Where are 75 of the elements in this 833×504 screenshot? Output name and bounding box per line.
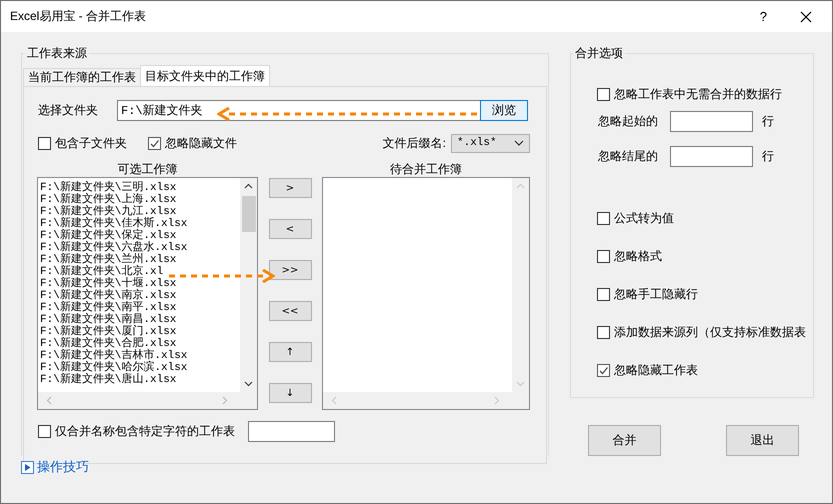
checkbox[interactable] — [38, 136, 51, 150]
chevron-down-icon — [514, 140, 524, 146]
list-item[interactable]: F:\新建文件夹\上海.xlsx — [40, 194, 240, 206]
checkbox-label: 添加数据来源列（仅支持标准数据表 — [614, 324, 806, 341]
checkbox[interactable] — [38, 425, 51, 438]
checkbox-label: 公式转为值 — [614, 210, 674, 227]
checkbox-label: 忽略隐藏工作表 — [614, 362, 698, 379]
scroll-left-icon — [331, 396, 337, 405]
checkbox-label: 忽略手工隐藏行 — [614, 286, 698, 303]
extension-dropdown[interactable]: *.xls* — [451, 134, 530, 152]
field-label: 忽略结尾的 — [598, 148, 659, 164]
group-title: 合并选项 — [574, 45, 624, 62]
list-item[interactable]: F:\新建文件夹\兰州.xlsx — [40, 254, 240, 266]
field-label: 忽略起始的 — [598, 112, 659, 130]
checkbox[interactable] — [597, 364, 610, 377]
move-button[interactable]: >> — [268, 260, 312, 280]
checkbox[interactable] — [597, 88, 610, 101]
checkbox[interactable] — [597, 288, 610, 301]
scroll-down-icon[interactable] — [244, 381, 253, 387]
scroll-down-icon — [516, 381, 525, 387]
scroll-thumb[interactable] — [242, 196, 256, 232]
help-button[interactable]: ? — [760, 9, 767, 24]
tab[interactable]: 目标文件夹中的工作簿 — [140, 65, 270, 86]
play-icon[interactable] — [21, 460, 34, 474]
list-heading: 待合并工作簿 — [390, 161, 462, 177]
list-item[interactable]: F:\新建文件夹\合肥.xlsx — [40, 338, 240, 350]
checkbox[interactable] — [597, 212, 610, 225]
list-item[interactable]: F:\新建文件夹\六盘水.xlsx — [40, 242, 240, 254]
unit-label: 行 — [762, 148, 774, 164]
list-item[interactable]: F:\新建文件夹\南平.xlsx — [40, 302, 240, 314]
list-item[interactable]: F:\新建文件夹\保定.xlsx — [40, 230, 240, 242]
scroll-up-icon — [516, 183, 525, 189]
tab[interactable]: 当前工作簿的工作表 — [23, 68, 141, 86]
checkbox-label: 忽略格式 — [614, 248, 662, 265]
group-title: 工作表来源 — [26, 45, 88, 62]
list-item[interactable]: F:\新建文件夹\厦门.xlsx — [40, 326, 240, 338]
unit-label: 行 — [762, 112, 774, 130]
scroll-right-icon — [494, 396, 500, 405]
move-button[interactable]: > — [268, 178, 312, 198]
list-item[interactable]: F:\新建文件夹\南昌.xlsx — [40, 314, 240, 326]
list-item[interactable]: F:\新建文件夹\吉林市.xlsx — [40, 350, 240, 362]
list-item[interactable]: F:\新建文件夹\九江.xlsx — [40, 206, 240, 218]
checkbox-label: 包含子文件夹 — [55, 134, 127, 152]
list-item[interactable]: F:\新建文件夹\三明.xlsx — [40, 182, 240, 194]
checkbox[interactable] — [148, 136, 161, 150]
list-item[interactable]: F:\新建文件夹\佳木斯.xlsx — [40, 218, 240, 230]
checkbox-label: 忽略工作表中无需合并的数据行 — [614, 86, 782, 103]
row-count-field[interactable] — [670, 146, 753, 166]
browse-button[interactable]: 浏览 — [480, 100, 528, 121]
close-icon[interactable] — [800, 10, 812, 22]
checkbox[interactable] — [597, 250, 610, 263]
scroll-up-icon[interactable] — [244, 183, 253, 189]
folder-label: 选择文件夹 — [38, 102, 99, 119]
list-item[interactable]: F:\新建文件夹\南京.xlsx — [40, 290, 240, 302]
tips-link[interactable]: 操作技巧 — [21, 458, 549, 476]
action-button[interactable]: 退出 — [726, 425, 799, 456]
checkbox[interactable] — [597, 326, 610, 339]
list-item[interactable]: F:\新建文件夹\北京.xl — [40, 266, 240, 278]
move-button[interactable]: ↑ — [268, 342, 312, 362]
list-heading: 可选工作簿 — [118, 161, 178, 177]
extension-label: 文件后缀名: — [382, 134, 446, 152]
move-button[interactable]: ↓ — [268, 383, 312, 403]
action-button[interactable]: 合并 — [588, 425, 661, 456]
checkbox-label: 忽略隐藏文件 — [165, 134, 237, 152]
list-item[interactable]: F:\新建文件夹\唐山.xlsx — [40, 374, 240, 386]
scrollbar[interactable] — [240, 178, 257, 392]
list-item[interactable]: F:\新建文件夹\哈尔滨.xlsx — [40, 362, 240, 374]
move-button[interactable]: << — [268, 301, 312, 321]
filter-field[interactable] — [248, 421, 335, 442]
row-count-field[interactable] — [670, 110, 753, 132]
folder-field[interactable]: F:\新建文件夹 — [117, 100, 480, 121]
window-title: Excel易用宝 - 合并工作表 — [10, 8, 146, 25]
move-button[interactable]: < — [268, 219, 312, 239]
list-item[interactable]: F:\新建文件夹\十堰.xlsx — [40, 278, 240, 290]
checkbox-label: 仅合并名称包含特定字符的工作表 — [55, 423, 235, 440]
